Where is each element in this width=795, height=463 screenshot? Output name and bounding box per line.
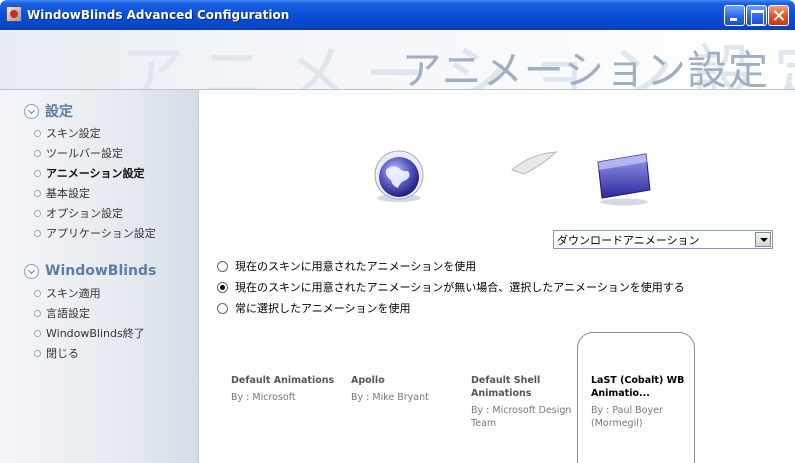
- app-icon[interactable]: [6, 6, 22, 22]
- bullet-icon: [34, 149, 41, 157]
- animation-select-value: ダウンロードアニメーション: [557, 233, 700, 247]
- animation-name: LaST (Cobalt) WB Animatio...: [591, 375, 685, 399]
- header-banner: アニメーション設定 アニメーション設定: [0, 30, 795, 90]
- sidebar-item-apply-skin[interactable]: スキン適用: [34, 285, 101, 301]
- sidebar-item-toolbar-settings[interactable]: ツールバー設定: [34, 145, 123, 161]
- minimize-button[interactable]: [724, 5, 745, 26]
- chevron-down-icon[interactable]: [755, 232, 771, 247]
- sidebar-item-label: スキン適用: [46, 287, 101, 300]
- animation-author: By : Microsoft: [231, 392, 296, 403]
- radio-fallback-selected-animation[interactable]: 現在のスキンに用意されたアニメーションが無い場合、選択したアニメーションを使用す…: [217, 279, 685, 295]
- sidebar-item-label: オプション設定: [46, 207, 123, 220]
- sidebar-item-label: 言語設定: [46, 307, 90, 320]
- sidebar-section-title: WindowBlinds: [45, 263, 157, 279]
- main-content: ダウンロードアニメーション 現在のスキンに用意されたアニメーションを使用 現在の…: [200, 90, 795, 463]
- bullet-icon: [34, 349, 41, 357]
- animation-select[interactable]: ダウンロードアニメーション: [553, 230, 773, 249]
- chevron-down-icon: [24, 263, 39, 279]
- sidebar-item-label: 基本設定: [46, 187, 90, 200]
- sidebar-item-option-settings[interactable]: オプション設定: [34, 205, 123, 221]
- animation-author: By : Microsoft Design Team: [471, 405, 572, 429]
- radio-circle[interactable]: [217, 260, 228, 272]
- radio-label: 常に選択したアニメーションを使用: [235, 302, 411, 315]
- bullet-icon: [34, 129, 41, 137]
- page-title: アニメーション設定: [401, 48, 769, 90]
- radio-always-selected-animation[interactable]: 常に選択したアニメーションを使用: [217, 300, 411, 316]
- radio-label: 現在のスキンに用意されたアニメーションが無い場合、選択したアニメーションを使用す…: [235, 281, 685, 294]
- radio-circle[interactable]: [217, 281, 228, 293]
- radio-use-skin-animation[interactable]: 現在のスキンに用意されたアニメーションを使用: [217, 258, 476, 274]
- animation-author: By : Paul Boyer (Mormegil): [591, 405, 663, 429]
- swoosh-arrow-icon: [511, 151, 558, 175]
- maximize-button[interactable]: [746, 5, 767, 26]
- sidebar-item-label: アニメーション設定: [46, 167, 145, 180]
- radio-circle[interactable]: [217, 302, 228, 314]
- bullet-icon: [34, 189, 41, 197]
- animation-name: Default Shell Animations: [471, 375, 541, 399]
- bullet-icon: [34, 309, 41, 317]
- animation-card-default-shell[interactable]: Default Shell Animations By : Microsoft …: [471, 374, 581, 430]
- sidebar-section-title: 設定: [45, 104, 73, 120]
- folder-window-icon: [597, 153, 651, 206]
- animation-card-last-cobalt[interactable]: LaST (Cobalt) WB Animatio... By : Paul B…: [591, 374, 701, 430]
- title-bar[interactable]: WindowBlinds Advanced Configuration: [0, 0, 795, 30]
- sidebar-item-label: 閉じる: [46, 347, 79, 360]
- chevron-down-icon: [24, 103, 39, 119]
- sidebar-item-label: アプリケーション設定: [46, 227, 156, 240]
- globe-icon: [374, 150, 424, 202]
- close-button[interactable]: [768, 5, 789, 26]
- animation-author: By : Mike Bryant: [351, 392, 429, 403]
- sidebar-item-skin-settings[interactable]: スキン設定: [34, 125, 101, 141]
- bullet-icon: [34, 229, 41, 237]
- sidebar-section-settings[interactable]: 設定: [24, 101, 73, 121]
- sidebar-item-application-settings[interactable]: アプリケーション設定: [34, 225, 156, 241]
- bullet-icon: [34, 169, 41, 177]
- sidebar-item-label: ツールバー設定: [46, 147, 123, 160]
- animation-name: Default Animations: [231, 375, 335, 386]
- sidebar-item-exit-windowblinds[interactable]: WindowBlinds終了: [34, 325, 145, 341]
- animation-name: Apollo: [351, 375, 385, 386]
- animation-card-default[interactable]: Default Animations By : Microsoft: [231, 374, 341, 404]
- sidebar-section-windowblinds[interactable]: WindowBlinds: [24, 261, 156, 281]
- bullet-icon: [34, 289, 41, 297]
- sidebar: 設定 スキン設定 ツールバー設定 アニメーション設定 基本設定 オプション設定 …: [0, 90, 199, 463]
- bullet-icon: [34, 209, 41, 217]
- sidebar-item-language[interactable]: 言語設定: [34, 305, 90, 321]
- sidebar-item-animation-settings[interactable]: アニメーション設定: [34, 165, 145, 181]
- radio-label: 現在のスキンに用意されたアニメーションを使用: [235, 260, 477, 273]
- sidebar-item-basic-settings[interactable]: 基本設定: [34, 185, 90, 201]
- window-title: WindowBlinds Advanced Configuration: [27, 8, 290, 22]
- animation-card-apollo[interactable]: Apollo By : Mike Bryant: [351, 374, 461, 404]
- sidebar-item-label: スキン設定: [46, 127, 101, 140]
- bullet-icon: [34, 329, 41, 337]
- sidebar-item-close[interactable]: 閉じる: [34, 345, 79, 361]
- sidebar-item-label: WindowBlinds終了: [46, 327, 145, 340]
